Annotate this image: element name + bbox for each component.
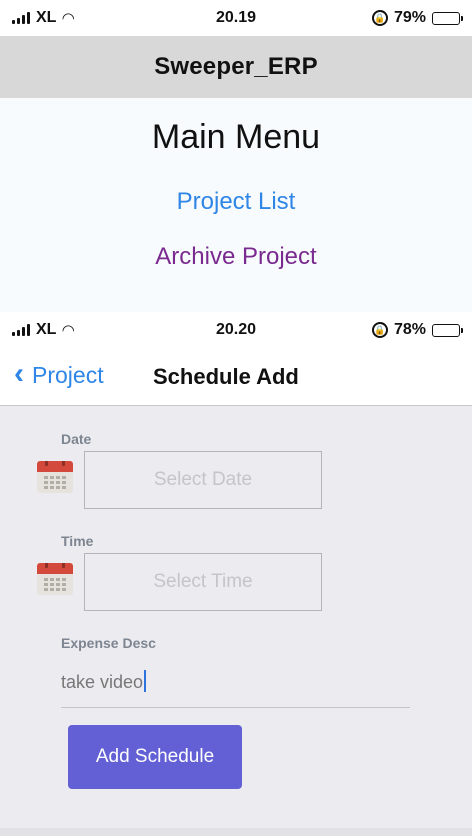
rotation-lock-icon: 🔒: [371, 322, 388, 338]
input-underline: [61, 707, 410, 708]
battery-icon: [432, 323, 463, 337]
back-button[interactable]: ‹ Project: [14, 357, 104, 390]
project-list-link[interactable]: Project List: [0, 188, 472, 216]
status-bar: XL ◠ 20.19 🔒 79%: [0, 0, 472, 36]
calendar-icon[interactable]: [37, 563, 73, 595]
carrier-label: XL: [36, 321, 57, 338]
expense-desc-input[interactable]: take video: [61, 670, 147, 693]
bottom-edge: [0, 828, 472, 836]
main-menu-title: Main Menu: [151, 118, 321, 156]
back-label: Project: [32, 362, 104, 388]
status-left: XL ◠: [12, 321, 74, 339]
status-right: 🔒 79%: [371, 9, 463, 27]
calendar-icon[interactable]: [37, 461, 73, 493]
status-left: XL ◠: [12, 9, 74, 27]
app-title: Sweeper_ERP: [154, 53, 318, 80]
status-right: 🔒 78%: [371, 321, 463, 339]
navigation-bar: ‹ Project Schedule Add: [0, 348, 472, 406]
archive-project-link[interactable]: Archive Project: [0, 243, 472, 271]
select-time-field[interactable]: Select Time: [84, 553, 322, 611]
main-menu-screen: XL ◠ 20.19 🔒 79% Sweeper_ERP Main Menu P…: [0, 0, 472, 312]
add-schedule-button[interactable]: Add Schedule: [68, 725, 242, 789]
app-header: Sweeper_ERP: [0, 36, 472, 98]
signal-icon: [12, 12, 30, 24]
rotation-lock-icon: 🔒: [371, 10, 388, 26]
wifi-icon: ◠: [62, 322, 74, 339]
schedule-add-screen: XL ◠ 20.20 🔒 78% ‹ Project Schedule Add …: [0, 312, 472, 836]
screen-title: Schedule Add: [153, 364, 299, 389]
expense-desc-label: Expense Desc: [61, 635, 156, 651]
signal-icon: [12, 324, 30, 336]
chevron-left-icon: ‹: [14, 357, 24, 390]
battery-percent: 78%: [393, 321, 426, 338]
wifi-icon: ◠: [62, 10, 74, 27]
expense-desc-value: take video: [61, 672, 144, 692]
status-bar: XL ◠ 20.20 🔒 78%: [0, 312, 472, 348]
text-cursor: [144, 670, 147, 692]
select-date-field[interactable]: Select Date: [84, 451, 322, 509]
battery-icon: [432, 11, 463, 25]
battery-percent: 79%: [393, 9, 426, 26]
carrier-label: XL: [36, 9, 57, 26]
date-label: Date: [61, 431, 92, 447]
time-label: Time: [61, 533, 94, 549]
